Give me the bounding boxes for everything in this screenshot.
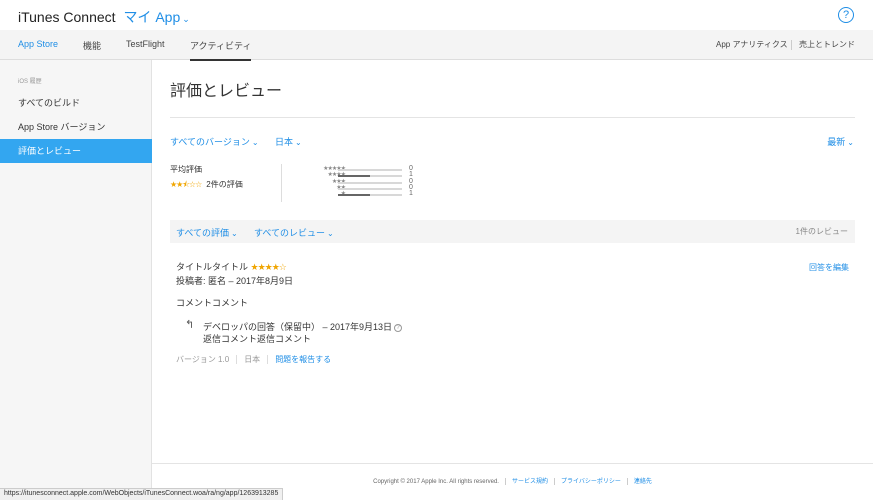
chevron-down-icon: ⌄ <box>327 229 334 238</box>
copyright: Copyright © 2017 Apple Inc. All rights r… <box>373 479 499 485</box>
review-filter[interactable]: すべてのレビュー ⌄ <box>254 226 334 239</box>
sidebar: iOS 履歴 すべてのビルド App Store バージョン 評価とレビュー <box>0 60 152 500</box>
question-circle-icon[interactable]: ? <box>394 323 403 332</box>
chevron-down-icon: ⌄ <box>251 138 259 147</box>
chevron-down-icon: ⌄ <box>231 229 238 238</box>
histogram-bar <box>338 181 402 184</box>
histogram-bar <box>338 175 402 178</box>
tab-testflight[interactable]: TestFlight <box>126 39 165 49</box>
review-version: バージョン 1.0 <box>176 355 230 364</box>
review-author: 投稿者: 匿名 – 2017年8月9日 <box>176 276 294 286</box>
my-app-menu[interactable]: マイ App ⌄ <box>123 9 189 25</box>
terms-link[interactable]: サービス規約 <box>512 479 548 485</box>
tab-features[interactable]: 機能 <box>83 39 101 52</box>
sidebar-item-ratings-reviews[interactable]: 評価とレビュー <box>0 139 152 163</box>
brand: iTunes Connect マイ App ⌄ <box>18 7 190 27</box>
footer: Copyright © 2017 Apple Inc. All rights r… <box>152 476 873 485</box>
sidebar-item-all-builds[interactable]: すべてのビルド <box>0 91 152 115</box>
reply-arrow-icon: ↰ <box>185 319 195 331</box>
average-rating-label: 平均評価 <box>170 165 202 174</box>
app-analytics-link[interactable]: App アナリティクス <box>716 39 788 50</box>
summary-divider <box>281 164 282 202</box>
country-filter[interactable]: 日本 ⌄ <box>275 135 302 148</box>
version-filter[interactable]: すべてのバージョン ⌄ <box>170 135 259 148</box>
edit-response-link[interactable]: 回答を編集 <box>809 262 849 273</box>
tab-app-store[interactable]: App Store <box>18 39 58 49</box>
contact-link[interactable]: 連絡先 <box>634 479 652 485</box>
review-filter-bar: すべての評価 ⌄ すべてのレビュー ⌄ 1件のレビュー <box>170 220 855 243</box>
sales-trends-link[interactable]: 売上とトレンド <box>799 39 855 50</box>
rating-filter[interactable]: すべての評価 ⌄ <box>176 226 238 239</box>
browser-status-url: https://itunesconnect.apple.com/WebObjec… <box>0 488 284 500</box>
question-circle-icon[interactable]: ? <box>838 7 854 23</box>
histogram-count: 1 <box>409 190 413 198</box>
sidebar-heading: iOS 履歴 <box>18 79 42 85</box>
star-rating-icon: ★★★★☆ <box>250 262 287 272</box>
nav-bar: App Store 機能 TestFlight アクティビティ App アナリテ… <box>0 30 873 61</box>
histogram-bar <box>338 187 402 190</box>
review-meta: バージョン 1.0 日本 問題を報告する <box>176 354 331 365</box>
histogram-bar <box>338 194 402 197</box>
review-body: コメントコメント <box>176 298 249 308</box>
page-title: 評価とレビュー <box>170 83 283 100</box>
chevron-down-icon: ⌄ <box>847 138 854 147</box>
privacy-link[interactable]: プライバシーポリシー <box>561 479 621 485</box>
review-count: 1件のレビュー <box>795 227 848 236</box>
histogram-bar-fill <box>338 194 370 197</box>
top-bar: iTunes Connect マイ App ⌄ ? <box>0 0 873 30</box>
tab-activity[interactable]: アクティビティ <box>190 39 252 61</box>
chevron-down-icon: ⌄ <box>182 14 190 24</box>
report-problem-link[interactable]: 問題を報告する <box>275 355 331 364</box>
title-divider <box>170 117 855 118</box>
histogram-row: ★1 <box>290 190 420 198</box>
review-country: 日本 <box>244 355 261 364</box>
star-rating-icon: ★★⯪☆☆ <box>170 180 202 189</box>
nav-divider <box>791 40 792 50</box>
footer-divider <box>152 463 873 464</box>
review-title: タイトルタイトル ★★★★☆ <box>176 262 287 272</box>
histogram-bar <box>338 169 402 171</box>
sort-filter[interactable]: 最新 ⌄ <box>827 135 854 148</box>
rating-count: 2件の評価 <box>206 180 243 189</box>
sidebar-item-app-store-versions[interactable]: App Store バージョン <box>0 115 152 139</box>
developer-response-body: 返信コメント返信コメント <box>203 334 312 344</box>
brand-title[interactable]: iTunes Connect <box>18 9 116 25</box>
chevron-down-icon: ⌄ <box>295 138 302 147</box>
average-rating: ★★⯪☆☆ 2件の評価 <box>170 179 243 193</box>
